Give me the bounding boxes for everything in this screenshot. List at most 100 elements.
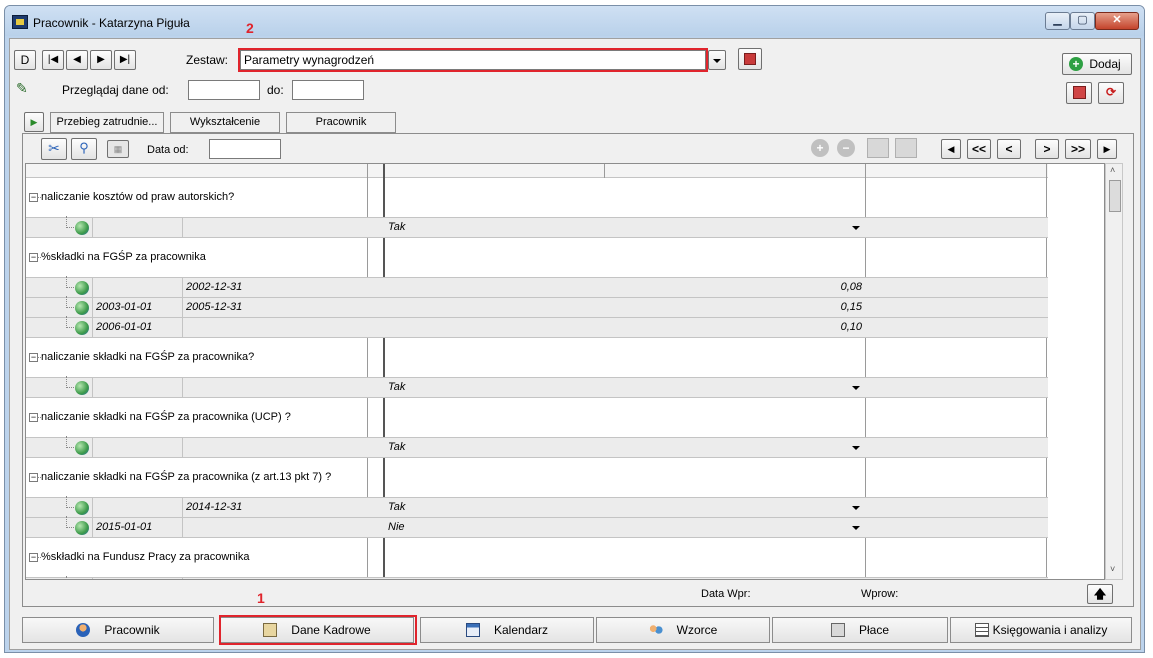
close-button[interactable]: ✕: [1095, 12, 1139, 30]
data-row[interactable]: Tak: [26, 376, 1048, 398]
tab-przebieg[interactable]: Przebieg zatrudnie...: [50, 112, 164, 133]
grid-first-button[interactable]: ◀: [941, 139, 961, 159]
date-from-cell[interactable]: 2006-01-01: [96, 318, 152, 337]
group-label: naliczanie kosztów od praw autorskich?: [41, 191, 235, 203]
add-row-icon[interactable]: +: [811, 139, 829, 157]
calendar-button[interactable]: ▦: [107, 140, 129, 158]
group-row[interactable]: − naliczanie składki na FGŚP za pracownik…: [26, 398, 1048, 438]
globe-icon: [75, 441, 89, 455]
remove-row-icon[interactable]: −: [837, 139, 855, 157]
value-cell[interactable]: Tak: [388, 218, 405, 237]
maximize-button[interactable]: ▢: [1070, 12, 1095, 30]
group-row[interactable]: − %składki na Fundusz Pracy za pracownika: [26, 538, 1048, 578]
main-window: Pracownik - Katarzyna Piguła ▁ ▢ ✕ D |◀ …: [4, 5, 1145, 653]
chevron-down-icon[interactable]: [852, 226, 860, 230]
grid-last-button[interactable]: ▶: [1097, 139, 1117, 159]
add-button[interactable]: + Dodaj: [1062, 53, 1132, 75]
nav-last-button[interactable]: ▶|: [114, 50, 136, 70]
calendar-icon: ▦: [113, 144, 123, 154]
grid-next-button[interactable]: >: [1035, 139, 1059, 159]
przegladaj-from-input[interactable]: [188, 80, 260, 100]
date-to-cell[interactable]: 2005-12-31: [186, 298, 242, 317]
bottom-tab-ksiegowania[interactable]: Księgowania i analizy: [950, 617, 1132, 643]
add-label: Dodaj: [1089, 57, 1121, 71]
zestaw-dropdown-button[interactable]: [708, 50, 726, 70]
data-row[interactable]: 2002-12-31 0,08: [26, 276, 1048, 298]
search-button[interactable]: ⚲: [71, 138, 97, 160]
group-row[interactable]: − %składki na FGŚP za pracownika: [26, 238, 1048, 278]
grid-prev-page-button[interactable]: <<: [967, 139, 991, 159]
data-row[interactable]: Tak: [26, 216, 1048, 238]
date-to-cell[interactable]: 2002-12-31: [186, 278, 242, 297]
data-row[interactable]: Tak: [26, 436, 1048, 458]
group-row[interactable]: − naliczanie składki na FGŚP za pracownik…: [26, 458, 1048, 498]
group-row[interactable]: − naliczanie składki na FGŚP za pracownik…: [26, 338, 1048, 378]
scroll-thumb[interactable]: [1109, 180, 1121, 212]
bottom-tab-pracownik[interactable]: Pracownik: [22, 617, 214, 643]
vertical-scrollbar[interactable]: ˄ ˅: [1105, 163, 1123, 580]
value-cell[interactable]: Tak: [388, 498, 405, 517]
grid-prev-button[interactable]: <: [997, 139, 1021, 159]
grid-next-page-button[interactable]: >>: [1065, 139, 1091, 159]
data-row[interactable]: 2,45: [26, 576, 1048, 579]
group-label: naliczanie składki na FGŚP za pracownika…: [41, 411, 291, 423]
value-cell[interactable]: 2,45: [386, 578, 862, 579]
cell-divider: [92, 578, 93, 579]
tab-wyksztalcenie[interactable]: Wykształcenie: [170, 112, 280, 133]
value-cell[interactable]: Tak: [388, 438, 405, 457]
calendar-icon: [465, 623, 480, 637]
scroll-top-button[interactable]: 🡅: [1087, 584, 1113, 604]
tree-connector: [66, 376, 74, 388]
nav-next-button[interactable]: ▶: [90, 50, 112, 70]
zestaw-settings-button[interactable]: [738, 48, 762, 70]
tools-icon: ✂: [48, 140, 60, 156]
value-cell[interactable]: Nie: [388, 518, 405, 537]
data-row[interactable]: 2015-01-01 Nie: [26, 516, 1048, 538]
data-row[interactable]: 2003-01-01 2005-12-31 0,15: [26, 296, 1048, 318]
cell-divider: [92, 438, 93, 457]
bottom-tab-place[interactable]: Płace: [772, 617, 948, 643]
chevron-down-icon[interactable]: [852, 506, 860, 510]
copy-icon[interactable]: [867, 138, 889, 158]
data-od-input[interactable]: [209, 139, 281, 159]
tabs-play-button[interactable]: ▶: [24, 112, 44, 132]
value-cell[interactable]: 0,10: [386, 318, 862, 337]
edit-icon: ✎: [16, 80, 28, 96]
data-row[interactable]: 2006-01-01 0,10: [26, 316, 1048, 338]
tab-pracownik[interactable]: Pracownik: [286, 112, 396, 133]
annotation-label-2: 2: [246, 20, 254, 36]
globe-icon: [75, 381, 89, 395]
nav-new-button[interactable]: D: [14, 50, 36, 70]
group-label: naliczanie składki na FGŚP za pracownika…: [41, 471, 332, 483]
calculator-icon: [830, 623, 845, 637]
nav-first-button[interactable]: |◀: [42, 50, 64, 70]
date-to-cell[interactable]: 2014-12-31: [186, 498, 242, 517]
value-cell[interactable]: 0,15: [386, 298, 862, 317]
report-button[interactable]: [1066, 82, 1092, 104]
refresh-button[interactable]: ⟳: [1098, 82, 1124, 104]
tools-button[interactable]: ✂: [41, 138, 67, 160]
value-cell[interactable]: 0,08: [386, 278, 862, 297]
tree-connector: [66, 296, 74, 308]
group-row[interactable]: − naliczanie kosztów od praw autorskich?: [26, 178, 1048, 218]
chevron-down-icon[interactable]: [852, 526, 860, 530]
value-cell[interactable]: Tak: [388, 378, 405, 397]
scroll-up-icon[interactable]: ˄: [1110, 165, 1115, 175]
wprow-label: Wprow:: [861, 588, 899, 600]
date-from-cell[interactable]: 2003-01-01: [96, 298, 152, 317]
cell-divider: [182, 378, 183, 397]
filter-icon: [744, 53, 756, 65]
minimize-button[interactable]: ▁: [1045, 12, 1070, 30]
cell-divider: [92, 378, 93, 397]
tree-connector: [66, 316, 74, 328]
scroll-down-icon[interactable]: ˅: [1110, 564, 1115, 574]
date-from-cell[interactable]: 2015-01-01: [96, 518, 152, 537]
paste-icon[interactable]: [895, 138, 917, 158]
data-row[interactable]: 2014-12-31 Tak: [26, 496, 1048, 518]
bottom-tab-kalendarz[interactable]: Kalendarz: [420, 617, 594, 643]
przegladaj-to-input[interactable]: [292, 80, 364, 100]
chevron-down-icon[interactable]: [852, 446, 860, 450]
bottom-tab-wzorce[interactable]: Wzorce: [596, 617, 770, 643]
chevron-down-icon[interactable]: [852, 386, 860, 390]
nav-prev-button[interactable]: ◀: [66, 50, 88, 70]
